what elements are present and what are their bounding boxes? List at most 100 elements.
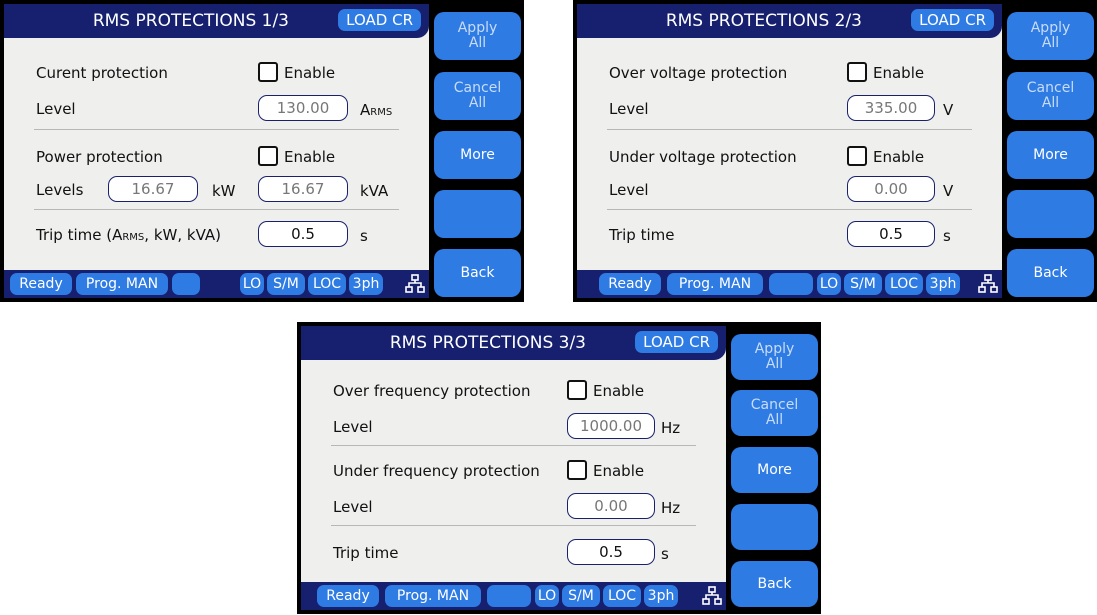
under-voltage-unit: V — [943, 182, 954, 200]
status-ready: Ready — [10, 273, 72, 295]
trip-label-main: Trip time (A — [36, 226, 123, 244]
blank-button[interactable] — [1007, 190, 1094, 238]
over-voltage-unit: V — [943, 101, 954, 119]
cancel-label: Cancel — [1026, 80, 1075, 96]
apply-all-button[interactable]: Apply All — [1007, 12, 1094, 60]
more-button[interactable]: More — [1007, 131, 1094, 179]
status-empty — [172, 273, 200, 295]
enable-label: Enable — [284, 64, 336, 82]
status-lo: LO — [817, 273, 841, 295]
cancel-label: Cancel — [453, 80, 502, 96]
page-title: RMS PROTECTIONS 2/3 — [665, 11, 862, 31]
trip-time-label: Trip time — [609, 226, 675, 244]
under-frequency-unit: Hz — [661, 499, 681, 517]
power-kva-field[interactable]: 16.67 — [258, 176, 348, 202]
divider — [331, 525, 696, 526]
status-empty — [769, 273, 813, 295]
current-level-unit: ARMS — [360, 101, 392, 119]
trip-time-field[interactable]: 0.5 — [258, 221, 348, 247]
enable-label: Enable — [593, 382, 645, 400]
checkbox-box — [258, 146, 278, 166]
current-protection-label: Curent protection — [36, 64, 168, 82]
checkbox-box — [567, 380, 587, 400]
power-kw-unit: kW — [212, 182, 236, 200]
under-frequency-enable-checkbox[interactable]: Enable — [567, 460, 644, 480]
over-voltage-label: Over voltage protection — [609, 64, 788, 82]
trip-time-unit: s — [360, 227, 368, 245]
main-panel: RMS PROTECTIONS 1/3 LOAD CR Curent prote… — [4, 4, 429, 298]
over-frequency-level-field[interactable]: 1000.00 — [567, 413, 655, 439]
status-prog: Prog. MAN — [76, 273, 168, 295]
status-loc: LOC — [308, 273, 346, 295]
divider — [34, 209, 399, 210]
checkbox-box — [567, 460, 587, 480]
blank-button[interactable] — [434, 190, 521, 238]
apply-label: Apply — [754, 341, 795, 357]
cancel-label-2: All — [468, 95, 487, 111]
over-voltage-level-field[interactable]: 335.00 — [847, 95, 935, 121]
checkbox-box — [847, 62, 867, 82]
over-voltage-enable-checkbox[interactable]: Enable — [847, 62, 924, 82]
more-button[interactable]: More — [731, 447, 818, 493]
back-button[interactable]: Back — [434, 249, 521, 297]
checkbox-box — [847, 146, 867, 166]
status-sm: S/M — [844, 273, 882, 295]
under-frequency-level-field[interactable]: 0.00 — [567, 493, 655, 519]
status-prog: Prog. MAN — [667, 273, 763, 295]
cancel-label-2: All — [1041, 95, 1060, 111]
status-bar: Ready Prog. MAN LO S/M LOC 3ph — [301, 582, 726, 610]
network-icon — [978, 274, 998, 293]
unit-main: A — [360, 101, 371, 119]
status-prog: Prog. MAN — [385, 585, 481, 607]
trip-time-field[interactable]: 0.5 — [567, 539, 655, 565]
status-sm: S/M — [267, 273, 305, 295]
current-level-label: Level — [36, 100, 76, 118]
main-panel: RMS PROTECTIONS 3/3 LOAD CR Over frequen… — [301, 326, 726, 610]
current-protection-enable-checkbox[interactable]: Enable — [258, 62, 335, 82]
under-voltage-label: Under voltage protection — [609, 148, 797, 166]
trip-time-label: Trip time (ARMS, kW, kVA) — [36, 226, 221, 244]
under-frequency-level-label: Level — [333, 498, 373, 516]
apply-all-button[interactable]: Apply All — [434, 12, 521, 60]
blank-button[interactable] — [731, 504, 818, 550]
trip-label-sub: RMS — [122, 232, 145, 243]
more-button[interactable]: More — [434, 131, 521, 179]
status-bar: Ready Prog. MAN LO S/M LOC 3ph — [577, 270, 1002, 298]
trip-time-label: Trip time — [333, 544, 399, 562]
cancel-all-button[interactable]: Cancel All — [434, 72, 521, 120]
enable-label: Enable — [873, 64, 925, 82]
network-icon — [702, 586, 722, 605]
cancel-all-button[interactable]: Cancel All — [731, 390, 818, 436]
mode-badge: LOAD CR — [911, 9, 994, 31]
over-frequency-label: Over frequency protection — [333, 382, 531, 400]
screen-rms-protections-3: RMS PROTECTIONS 3/3 LOAD CR Over frequen… — [297, 322, 821, 614]
status-lo: LO — [240, 273, 264, 295]
apply-label: Apply — [457, 20, 498, 36]
enable-label: Enable — [873, 148, 925, 166]
over-frequency-enable-checkbox[interactable]: Enable — [567, 380, 644, 400]
divider — [607, 209, 972, 210]
apply-label-2: All — [1041, 35, 1060, 51]
under-voltage-level-field[interactable]: 0.00 — [847, 176, 935, 202]
status-phase: 3ph — [644, 585, 678, 607]
mode-badge: LOAD CR — [338, 9, 421, 31]
divider — [607, 129, 972, 130]
network-icon — [405, 274, 425, 293]
page-title: RMS PROTECTIONS 1/3 — [92, 11, 289, 31]
mode-badge: LOAD CR — [635, 331, 718, 353]
under-voltage-enable-checkbox[interactable]: Enable — [847, 146, 924, 166]
power-protection-enable-checkbox[interactable]: Enable — [258, 146, 335, 166]
power-kw-field[interactable]: 16.67 — [108, 176, 198, 202]
header-bar: RMS PROTECTIONS 3/3 LOAD CR — [301, 326, 726, 360]
apply-label: Apply — [1030, 20, 1071, 36]
back-button[interactable]: Back — [731, 561, 818, 607]
apply-all-button[interactable]: Apply All — [731, 334, 818, 380]
checkbox-box — [258, 62, 278, 82]
unit-sub: RMS — [370, 107, 393, 118]
cancel-all-button[interactable]: Cancel All — [1007, 72, 1094, 120]
main-panel: RMS PROTECTIONS 2/3 LOAD CR Over voltage… — [577, 4, 1002, 298]
current-level-field[interactable]: 130.00 — [258, 95, 348, 121]
cancel-label: Cancel — [750, 397, 799, 413]
trip-time-field[interactable]: 0.5 — [847, 221, 935, 247]
back-button[interactable]: Back — [1007, 249, 1094, 297]
